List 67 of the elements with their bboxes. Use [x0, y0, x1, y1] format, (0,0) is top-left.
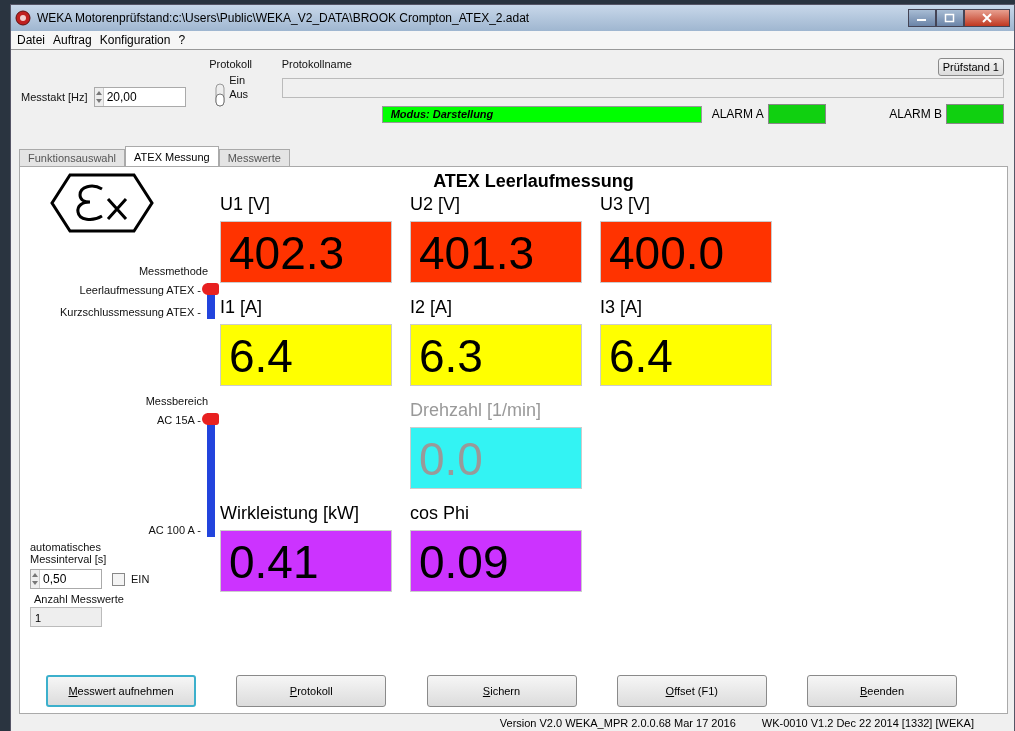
field-label: automatisches Messinterval [s]	[30, 541, 108, 565]
count-field: 1	[30, 607, 102, 627]
menu-item[interactable]: Auftrag	[53, 33, 92, 47]
switch-option[interactable]: AC 100 A -	[148, 523, 201, 537]
tab[interactable]: Messwerte	[218, 149, 290, 166]
pruefstand-button[interactable]: Prüfstand 1	[937, 58, 1004, 76]
measurement-label: I1 [A]	[220, 297, 264, 318]
checkbox-label: EIN	[131, 573, 150, 585]
alarm-label: ALARM B	[889, 107, 942, 121]
maximize-button[interactable]	[936, 9, 964, 27]
measurement-label: U2 [V]	[410, 194, 462, 215]
measurement-label: I3 [A]	[600, 297, 644, 318]
measurement-label: Wirkleistung [kW]	[220, 503, 361, 524]
measurement-value: 0.0	[410, 427, 582, 489]
status-text: Version V2.0 WEKA_MPR 2.0.0.68 Mar 17 2016	[499, 717, 736, 729]
measurement-value: 400.0	[600, 221, 772, 283]
protokollname-field[interactable]	[281, 78, 1004, 98]
switch-position[interactable]	[202, 283, 220, 301]
spinner-arrows-icon[interactable]	[31, 570, 40, 588]
maximize-icon	[944, 13, 956, 23]
menu-item[interactable]: Datei	[17, 33, 45, 47]
spin-field[interactable]: 0,50	[30, 569, 102, 589]
switch-option[interactable]: Kurzschlussmessung ATEX -	[60, 305, 201, 319]
field-label: Messtakt [Hz]	[21, 91, 88, 103]
measurement-value: 6.4	[600, 324, 772, 386]
measurement-value: 401.3	[410, 221, 582, 283]
measurement-label: U3 [V]	[600, 194, 652, 215]
menu-item[interactable]: Konfiguration	[99, 33, 171, 47]
switch-caption: Messbereich	[145, 395, 208, 407]
mode-bar: Modus: Darstellung	[381, 105, 702, 123]
tab[interactable]: Funktionsauswahl	[19, 149, 126, 166]
action-button[interactable]: Beenden	[807, 675, 957, 707]
measurement-value: 402.3	[220, 221, 392, 283]
menu-item[interactable]: ?	[178, 33, 186, 47]
switch-caption: Messmethode	[138, 265, 208, 277]
measurement-value: 6.4	[220, 324, 392, 386]
measurement-value: 6.3	[410, 324, 582, 386]
spinner-arrows-icon[interactable]	[94, 88, 104, 106]
field-label: Protokoll	[209, 58, 252, 70]
alarm-label: ALARM A	[711, 107, 764, 121]
action-button[interactable]: Offset (F1)	[616, 675, 767, 707]
field-label: Protokollname	[281, 58, 352, 70]
switch-option[interactable]: AC 15A -	[156, 413, 201, 427]
switch-label: Ein	[229, 74, 247, 86]
action-button[interactable]: Messwert aufnehmen	[46, 675, 196, 707]
checkbox[interactable]	[112, 572, 125, 586]
status-text: WK-0010 V1.2 Dec 22 2014 [1332] [WEKA]	[761, 717, 974, 729]
measurement-label: Drehzahl [1/min]	[410, 400, 543, 421]
spin-field[interactable]: 20,00	[93, 87, 186, 107]
action-button[interactable]: Sichern	[426, 675, 577, 707]
window-title: WEKA Motorenprüfstand:c:\Users\Public\WEKA_V2_DATA\BROOK Crompton_ATEX_2.adat	[37, 11, 530, 25]
measurement-value: 0.41	[220, 530, 392, 592]
panel-title: ATEX Leerlaufmessung	[433, 171, 634, 192]
measurement-label: I2 [A]	[410, 297, 454, 318]
action-button[interactable]: Protokoll	[236, 675, 387, 707]
measurement-label: U1 [V]	[220, 194, 272, 215]
measurement-label: cos Phi	[410, 503, 471, 524]
tab[interactable]: ATEX Messung	[125, 146, 219, 166]
close-button[interactable]	[964, 9, 1010, 27]
close-icon	[981, 13, 993, 23]
switch-option[interactable]: Leerlaufmessung ATEX -	[79, 283, 201, 297]
minimize-button[interactable]	[908, 9, 936, 27]
field-label: Anzahl Messwerte	[34, 593, 125, 605]
measurement-value: 0.09	[410, 530, 582, 592]
app-icon	[15, 10, 31, 26]
switch-label: Aus	[229, 88, 249, 100]
ex-logo-icon	[50, 173, 154, 233]
